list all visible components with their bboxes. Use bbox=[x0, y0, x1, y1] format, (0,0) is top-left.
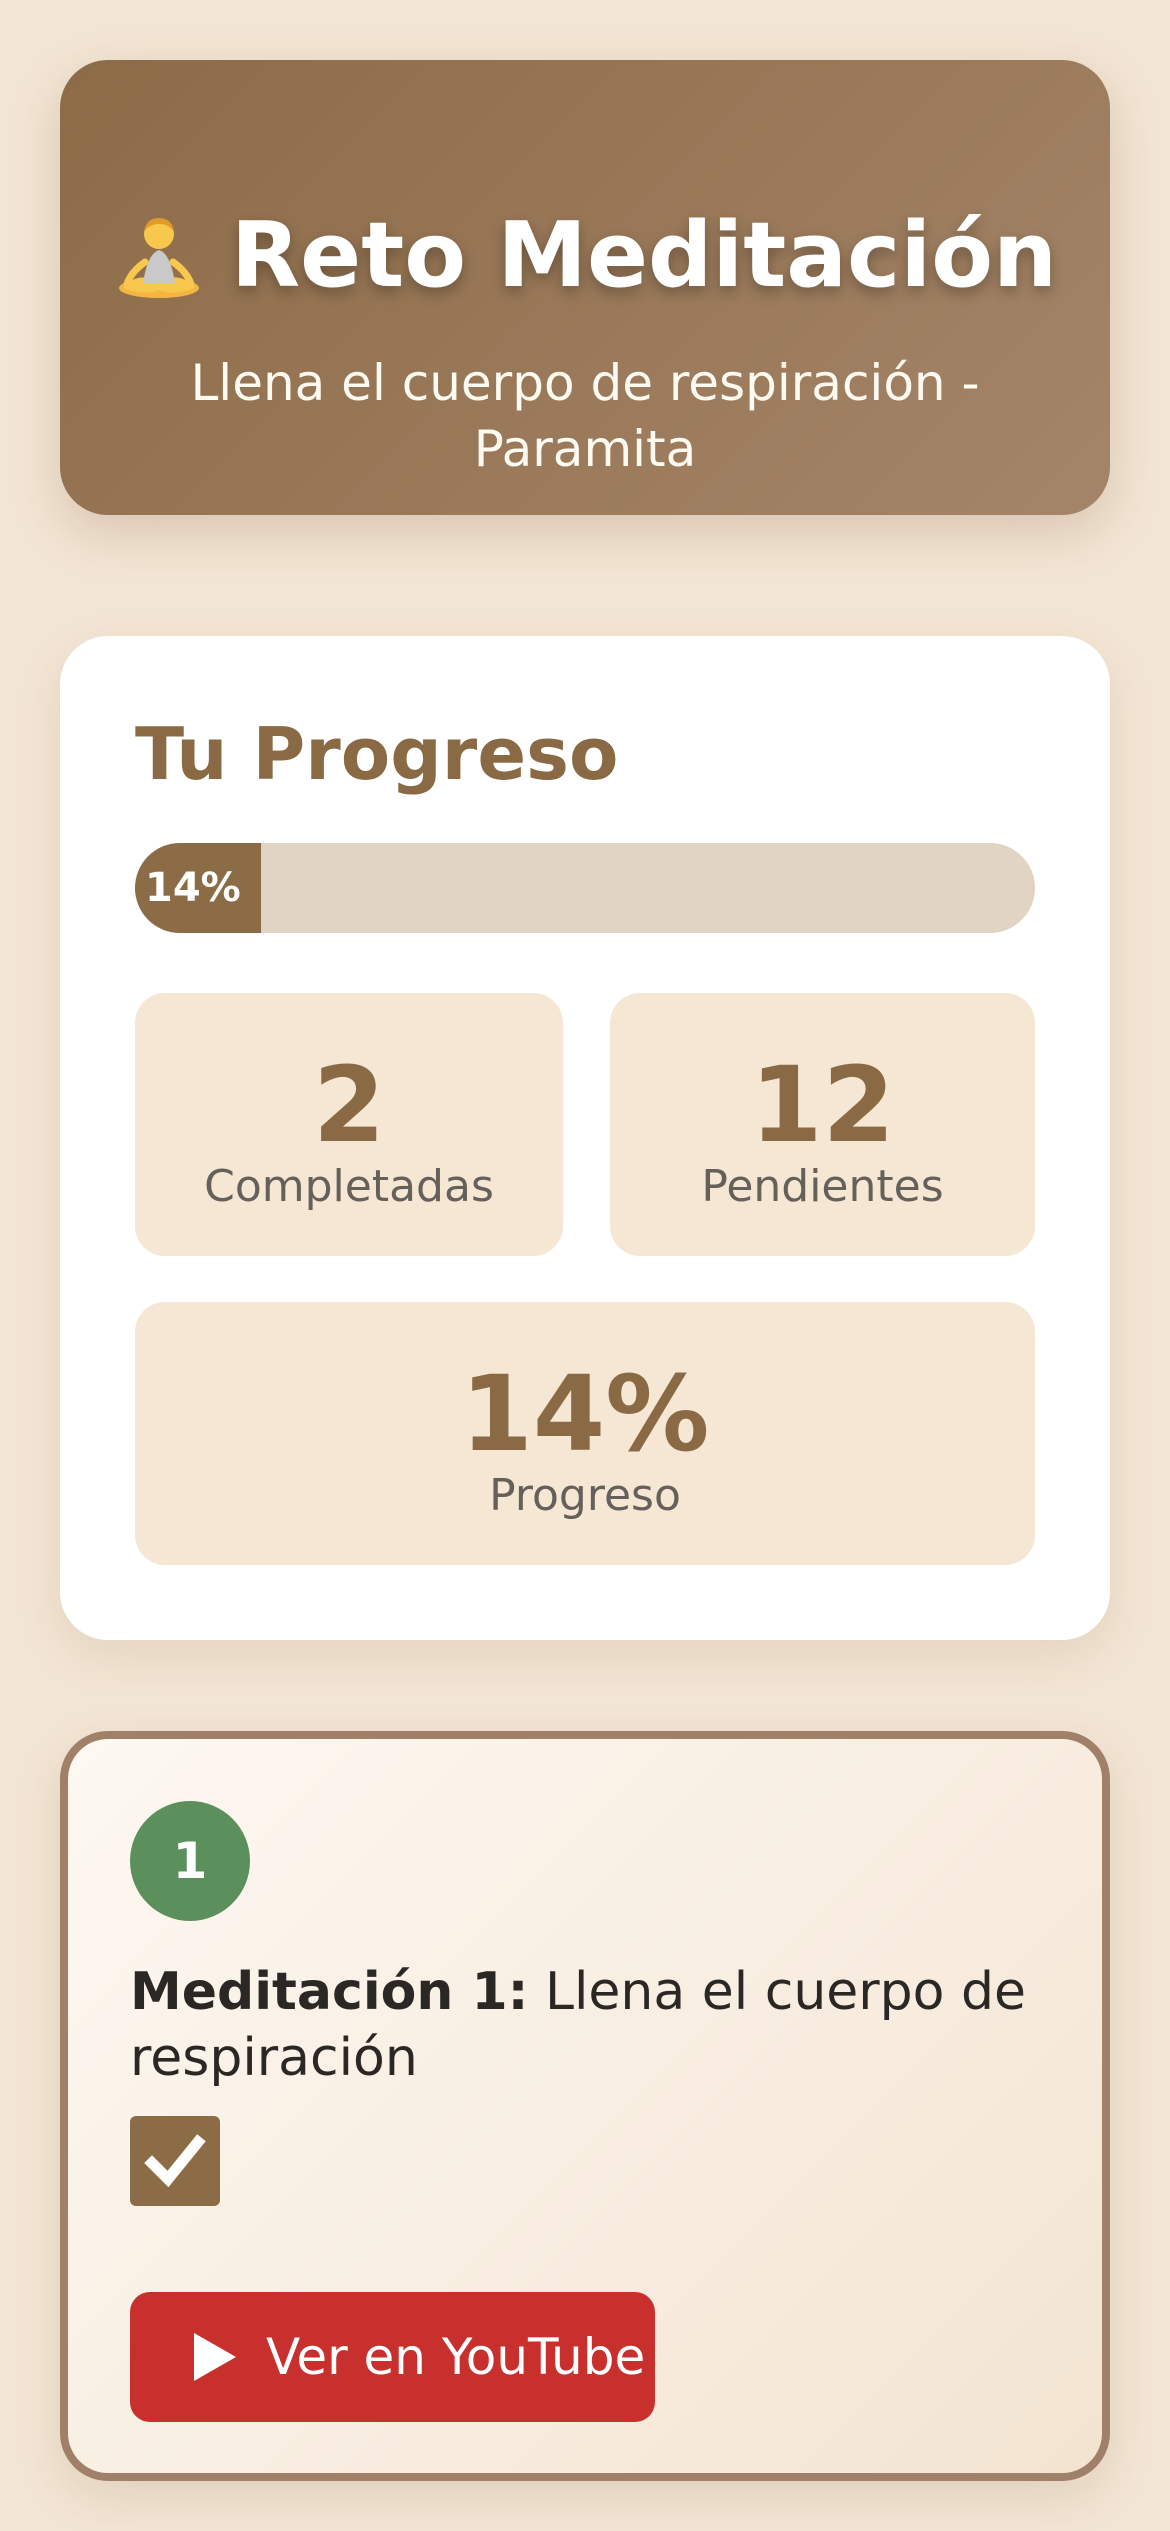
stat-pending-label: Pendientes bbox=[701, 1161, 944, 1212]
stat-pending-value: 12 bbox=[750, 1044, 895, 1166]
progress-card: Tu Progreso 14% 2 Completadas 12 Pendien… bbox=[60, 636, 1110, 1640]
lesson-title: Meditación 1: Llena el cuerpo de respira… bbox=[130, 1959, 1030, 2091]
progress-bar-label: 14% bbox=[145, 865, 241, 911]
lesson-completed-checkbox[interactable] bbox=[130, 2116, 220, 2206]
stat-completed: 2 Completadas bbox=[135, 993, 563, 1256]
progress-title: Tu Progreso bbox=[135, 712, 619, 796]
meditation-icon bbox=[113, 210, 205, 302]
lesson-title-prefix: Meditación 1: bbox=[130, 1962, 529, 2022]
progress-bar-fill: 14% bbox=[135, 843, 261, 933]
app-subtitle: Llena el cuerpo de respiración - Paramit… bbox=[190, 354, 980, 478]
stat-progress: 14% Progreso bbox=[135, 1302, 1035, 1565]
stat-pending: 12 Pendientes bbox=[610, 993, 1035, 1256]
checkmark-icon bbox=[144, 2134, 206, 2188]
progress-bar: 14% bbox=[135, 843, 1035, 933]
stat-completed-value: 2 bbox=[312, 1044, 386, 1166]
play-icon bbox=[192, 2331, 238, 2383]
app-title: Reto Meditación bbox=[60, 210, 1110, 302]
youtube-button[interactable]: Ver en YouTube bbox=[130, 2292, 655, 2422]
stat-completed-label: Completadas bbox=[204, 1161, 494, 1212]
lesson-card: 1 Meditación 1: Llena el cuerpo de respi… bbox=[60, 1731, 1110, 2481]
lesson-number-badge: 1 bbox=[130, 1801, 250, 1921]
youtube-button-label: Ver en YouTube bbox=[266, 2328, 646, 2386]
stat-progress-label: Progreso bbox=[489, 1470, 681, 1521]
header-card: Reto Meditación Llena el cuerpo de respi… bbox=[60, 60, 1110, 515]
stat-progress-value: 14% bbox=[460, 1353, 710, 1475]
app-title-text: Reto Meditación bbox=[230, 203, 1058, 308]
